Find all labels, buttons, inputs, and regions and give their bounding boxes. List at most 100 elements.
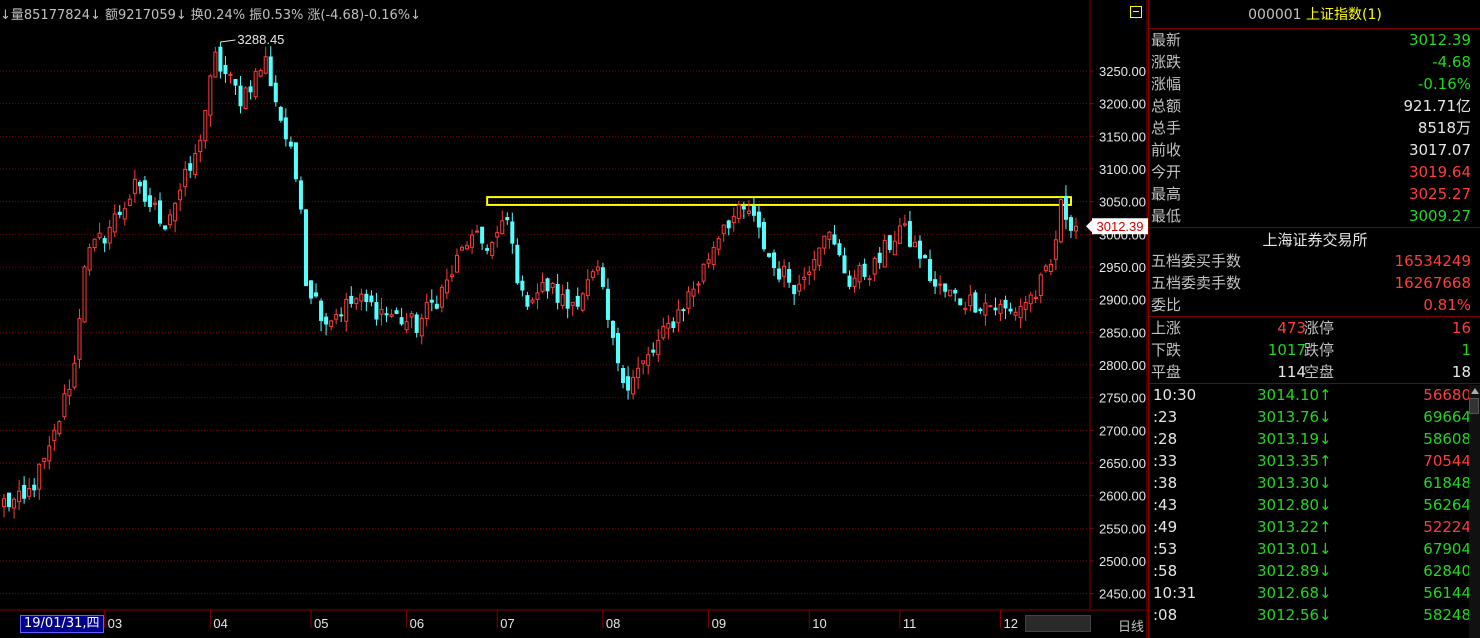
candle-body bbox=[112, 213, 117, 233]
quote-row-label: 总手 bbox=[1151, 119, 1182, 137]
x-tick-label: 03 bbox=[108, 616, 122, 631]
candle-body bbox=[490, 242, 495, 256]
candle-body bbox=[782, 265, 787, 277]
candle-body bbox=[349, 295, 354, 304]
candle-body bbox=[671, 321, 676, 328]
quote-row-value: -0.16% bbox=[1417, 75, 1471, 93]
tick-time: :28 bbox=[1153, 430, 1178, 448]
order-row: 五档委卖手数 16267668 bbox=[1149, 272, 1480, 294]
candle-body bbox=[122, 208, 127, 220]
x-tick-label: 10 bbox=[812, 616, 826, 631]
tick-row: :58 3012.89↓ 62840 bbox=[1149, 560, 1480, 582]
candle-body bbox=[943, 283, 948, 292]
tick-row: :08 3012.56↓ 58248 bbox=[1149, 604, 1480, 626]
window-toggle-icon[interactable] bbox=[1130, 6, 1142, 18]
candle-body bbox=[746, 210, 751, 214]
candle-body bbox=[958, 298, 963, 306]
candle-body bbox=[923, 255, 928, 259]
period-label[interactable]: 日线 bbox=[1118, 616, 1144, 635]
candle-body bbox=[580, 293, 585, 311]
quote-row-label: 总额 bbox=[1151, 97, 1182, 115]
candle-body bbox=[263, 56, 268, 74]
quote-row: 今开 3019.64 bbox=[1149, 161, 1480, 183]
x-tick-label: 11 bbox=[903, 616, 917, 631]
scroll-up-icon[interactable] bbox=[1471, 388, 1479, 394]
candle-body bbox=[998, 303, 1003, 314]
tick-volume: 67904 bbox=[1423, 540, 1471, 558]
candle-body bbox=[283, 117, 288, 140]
quote-row: 总额 921.71亿 bbox=[1149, 95, 1480, 117]
tick-time: :38 bbox=[1153, 474, 1178, 492]
quote-row: 最新 3012.39 bbox=[1149, 29, 1480, 51]
order-row: 五档委买手数 16534249 bbox=[1149, 250, 1480, 272]
current-price-label: 3012.39 bbox=[1097, 219, 1144, 234]
tick-volume: 62840 bbox=[1423, 562, 1471, 580]
candle-body bbox=[605, 288, 610, 320]
candle-body bbox=[344, 298, 349, 322]
order-row-label: 五档委买手数 bbox=[1151, 252, 1242, 270]
breadth-k2: 跌停 bbox=[1304, 341, 1335, 359]
quote-row-value: 3019.64 bbox=[1408, 163, 1471, 181]
breadth-k2: 空盘 bbox=[1304, 363, 1335, 381]
candle-body bbox=[797, 283, 802, 292]
tick-row: :43 3012.80↓ 56264 bbox=[1149, 494, 1480, 516]
candle-body bbox=[409, 313, 414, 318]
tick-price: 3012.80↓ bbox=[1257, 496, 1332, 514]
candle-body bbox=[1018, 305, 1023, 319]
candle-body bbox=[243, 87, 248, 110]
kline-chart[interactable]: 2450.00 2500.00 2550.00 2600.00 2650.00 2700.… bbox=[0, 0, 1148, 638]
candle-body bbox=[540, 281, 545, 292]
candle-body bbox=[77, 318, 82, 360]
candle-body bbox=[736, 204, 741, 219]
scroll-thumb[interactable] bbox=[1469, 398, 1479, 414]
candle-body bbox=[525, 295, 530, 307]
x-tick-label: 04 bbox=[213, 616, 227, 631]
candle-body bbox=[968, 294, 973, 307]
candle-body bbox=[822, 235, 827, 249]
y-tick-label: 2800.00 bbox=[1099, 358, 1146, 373]
candle-body bbox=[787, 269, 792, 283]
order-row-value: 16267668 bbox=[1394, 274, 1471, 292]
candle-body bbox=[963, 307, 968, 311]
candle-body bbox=[273, 82, 278, 103]
candle-body bbox=[419, 317, 424, 337]
candle-body bbox=[575, 295, 580, 307]
candle-body bbox=[439, 286, 444, 308]
candle-body bbox=[766, 253, 772, 257]
tick-row: :28 3013.19↓ 58608 bbox=[1149, 428, 1480, 450]
candle-body bbox=[585, 279, 590, 297]
candle-body bbox=[268, 56, 273, 87]
candle-body bbox=[288, 141, 293, 147]
candle-body bbox=[1003, 299, 1008, 309]
candle-body bbox=[384, 313, 389, 316]
candle-body bbox=[429, 299, 434, 303]
candle-body bbox=[253, 70, 258, 98]
y-tick-label: 2650.00 bbox=[1099, 456, 1146, 471]
tick-scrollbar[interactable] bbox=[1469, 385, 1480, 638]
selected-date-label: 19/01/31,四 bbox=[20, 615, 104, 633]
candle-body bbox=[404, 321, 409, 331]
tick-list[interactable]: 10:30 3014.10↑ 56680:23 3013.76↓ 69664:28 301… bbox=[1149, 384, 1480, 626]
candle-body bbox=[761, 221, 766, 250]
candle-body bbox=[238, 85, 243, 107]
candle-body bbox=[716, 238, 721, 250]
candle-body bbox=[394, 310, 399, 314]
candle-body bbox=[132, 178, 137, 194]
horizontal-scrollbar[interactable] bbox=[1025, 615, 1091, 632]
candle-body bbox=[777, 268, 782, 280]
breadth-v2: 16 bbox=[1451, 319, 1471, 337]
candle-body bbox=[87, 247, 92, 271]
order-row-value: 0.81% bbox=[1423, 296, 1471, 314]
y-tick-label: 2450.00 bbox=[1099, 587, 1146, 602]
candle-body bbox=[661, 325, 666, 339]
candle-body bbox=[636, 367, 641, 379]
kline-chart-svg[interactable]: 2450.00 2500.00 2550.00 2600.00 2650.00 2700.… bbox=[0, 0, 1148, 638]
candle-body bbox=[701, 263, 706, 282]
tick-volume: 58248 bbox=[1423, 606, 1471, 624]
candle-body bbox=[1038, 274, 1043, 296]
candle-body bbox=[334, 314, 339, 320]
x-tick-label: 08 bbox=[606, 616, 620, 631]
candle-body bbox=[852, 277, 857, 287]
x-tick-label: 12 bbox=[1004, 616, 1018, 631]
candle-body bbox=[1058, 199, 1063, 243]
